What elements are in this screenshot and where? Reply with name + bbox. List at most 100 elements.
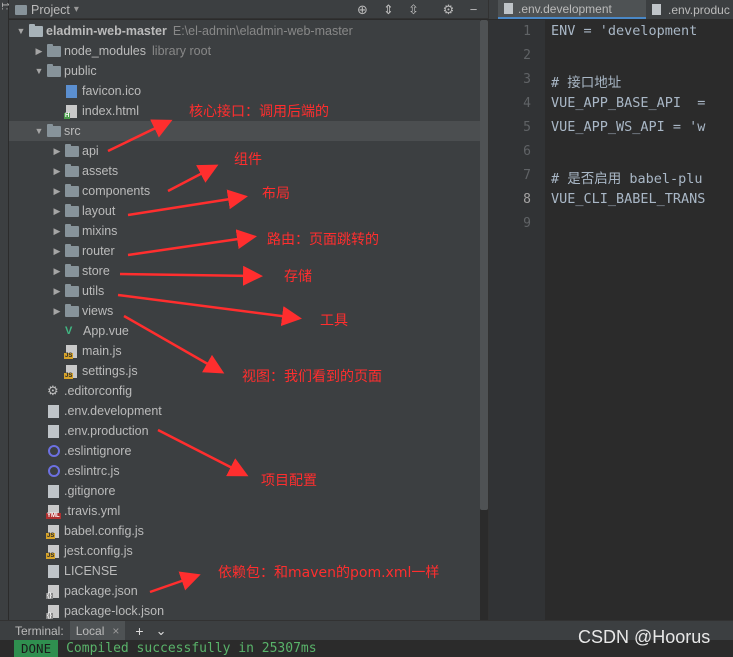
- line-number: 9: [523, 216, 531, 231]
- tree-item-label: assets: [82, 164, 119, 178]
- tree-row[interactable]: ▶ layout: [9, 201, 480, 221]
- gear-icon[interactable]: ⚙: [440, 1, 457, 18]
- tree-row[interactable]: JS main.js: [9, 341, 480, 361]
- line-number: 4: [523, 96, 531, 111]
- tree-row[interactable]: V App.vue: [9, 321, 480, 341]
- tree-item-hint: E:\el-admin\eladmin-web-master: [172, 24, 353, 38]
- terminal-tab-label: Local: [75, 623, 105, 638]
- tree-item-label: api: [82, 144, 99, 158]
- tree-item-label: .gitignore: [64, 484, 116, 498]
- tree-row[interactable]: ▶ utils: [9, 281, 480, 301]
- chevron-right-icon[interactable]: ▶: [32, 46, 46, 57]
- text-file-icon: [48, 404, 59, 418]
- chevron-right-icon[interactable]: ▶: [50, 266, 64, 277]
- code-line[interactable]: VUE_APP_WS_API = 'w: [551, 119, 705, 135]
- terminal-label: Terminal:: [15, 623, 64, 638]
- tree-row[interactable]: JS jest.config.js: [9, 541, 480, 561]
- tree-row[interactable]: ▶ views: [9, 301, 480, 321]
- tree-row[interactable]: .gitignore: [9, 481, 480, 501]
- project-tool-stripe[interactable]: 1: Project: [0, 0, 10, 620]
- tree-item-label: node_modules: [64, 44, 147, 58]
- code-line[interactable]: VUE_CLI_BABEL_TRANS: [551, 191, 705, 207]
- expand-all-icon[interactable]: ⇕: [380, 1, 397, 18]
- chevron-down-icon[interactable]: ▼: [14, 26, 28, 36]
- tab-label: .env.development: [518, 1, 612, 16]
- tree-row[interactable]: ▶ node_modules library root: [9, 41, 480, 61]
- compile-message: Compiled successfully in 25307ms: [66, 641, 317, 656]
- chevron-right-icon[interactable]: ▶: [50, 226, 64, 237]
- tree-row[interactable]: .eslintrc.js: [9, 461, 480, 481]
- hide-minus-icon[interactable]: −: [465, 1, 482, 18]
- tree-row[interactable]: {} package-lock.json: [9, 601, 480, 620]
- editor-gutter: 1 2 3 4 5 6 7 8 9: [488, 20, 545, 620]
- tree-item-label: jest.config.js: [64, 544, 133, 558]
- code-line[interactable]: ENV = 'development: [551, 23, 697, 39]
- chevron-right-icon[interactable]: ▶: [50, 186, 64, 197]
- tab-env-production[interactable]: .env.produc: [649, 0, 733, 19]
- chevron-down-icon[interactable]: ▼: [32, 66, 46, 76]
- annotation-utils: 工具: [320, 313, 348, 329]
- chevron-right-icon[interactable]: ▶: [50, 286, 64, 297]
- annotation-layout: 布局: [262, 186, 290, 202]
- chevron-right-icon[interactable]: ▶: [50, 246, 64, 257]
- tab-label: .env.produc: [668, 2, 730, 17]
- tree-item-label: .env.development: [64, 404, 162, 418]
- chevron-right-icon[interactable]: ▶: [50, 306, 64, 317]
- tree-item-label: package.json: [64, 584, 138, 598]
- editor-tab-bar: .env.development .env.produc: [488, 0, 733, 19]
- tree-row[interactable]: ▶ store: [9, 261, 480, 281]
- tree-row[interactable]: ▼ eladmin-web-master E:\el-admin\eladmin-w…: [9, 21, 480, 41]
- yaml-file-icon: YML: [46, 504, 61, 519]
- line-number: 2: [523, 48, 531, 63]
- tree-row[interactable]: JS babel.config.js: [9, 521, 480, 541]
- line-number: 5: [523, 120, 531, 135]
- collapse-all-icon[interactable]: ⇳: [405, 1, 422, 18]
- tree-scrollbar[interactable]: [480, 20, 488, 510]
- text-file-icon: [48, 424, 59, 438]
- html-file-icon: H: [64, 104, 77, 119]
- add-terminal-button[interactable]: +: [135, 623, 143, 639]
- folder-icon: [65, 243, 79, 257]
- tree-row[interactable]: ▶ components: [9, 181, 480, 201]
- tree-row[interactable]: ▶ router: [9, 241, 480, 261]
- tree-item-label: main.js: [82, 344, 122, 358]
- chevron-right-icon[interactable]: ▶: [50, 206, 64, 217]
- locate-target-icon[interactable]: ⊕: [354, 1, 371, 18]
- folder-icon: [65, 183, 79, 197]
- close-icon[interactable]: ×: [112, 624, 119, 638]
- terminal-tab-local[interactable]: Local ×: [69, 620, 126, 641]
- folder-icon: [47, 43, 61, 57]
- tree-item-label: public: [64, 64, 97, 78]
- folder-icon: [47, 123, 61, 137]
- code-editor[interactable]: ENV = 'development # 接口地址 VUE_APP_BASE_API…: [545, 20, 733, 620]
- project-view-selector[interactable]: Project ▾: [15, 1, 79, 18]
- tree-row[interactable]: {} package.json: [9, 581, 480, 601]
- tree-row[interactable]: .env.development: [9, 401, 480, 421]
- tree-row[interactable]: favicon.ico: [9, 81, 480, 101]
- tree-row[interactable]: ▼ src: [9, 121, 480, 141]
- chevron-down-icon[interactable]: ⌄: [156, 623, 167, 639]
- code-line[interactable]: VUE_APP_BASE_API =: [551, 95, 705, 111]
- code-line[interactable]: # 是否启用 babel-plu: [551, 167, 703, 187]
- tree-item-label: package-lock.json: [64, 604, 165, 618]
- tree-row[interactable]: .eslintignore: [9, 441, 480, 461]
- project-view-title: Project: [31, 2, 70, 17]
- tree-item-label: .eslintrc.js: [64, 464, 120, 478]
- annotation-views: 视图：我们看到的页面: [242, 369, 382, 385]
- text-file-icon: [48, 564, 59, 578]
- folder-icon: [65, 303, 79, 317]
- image-file-icon: [66, 84, 77, 98]
- chevron-down-icon[interactable]: ▼: [32, 126, 46, 136]
- tree-item-label: .env.production: [64, 424, 149, 438]
- eslint-icon: [48, 445, 60, 457]
- chevron-right-icon[interactable]: ▶: [50, 166, 64, 177]
- code-line[interactable]: # 接口地址: [551, 71, 621, 91]
- js-file-icon: JS: [64, 364, 77, 379]
- tree-row[interactable]: ▶ mixins: [9, 221, 480, 241]
- tree-row[interactable]: ▼ public: [9, 61, 480, 81]
- tab-env-development[interactable]: .env.development: [498, 0, 646, 19]
- tree-row[interactable]: .env.production: [9, 421, 480, 441]
- tree-row[interactable]: YML .travis.yml: [9, 501, 480, 521]
- chevron-right-icon[interactable]: ▶: [50, 146, 64, 157]
- tree-item-label: favicon.ico: [82, 84, 142, 98]
